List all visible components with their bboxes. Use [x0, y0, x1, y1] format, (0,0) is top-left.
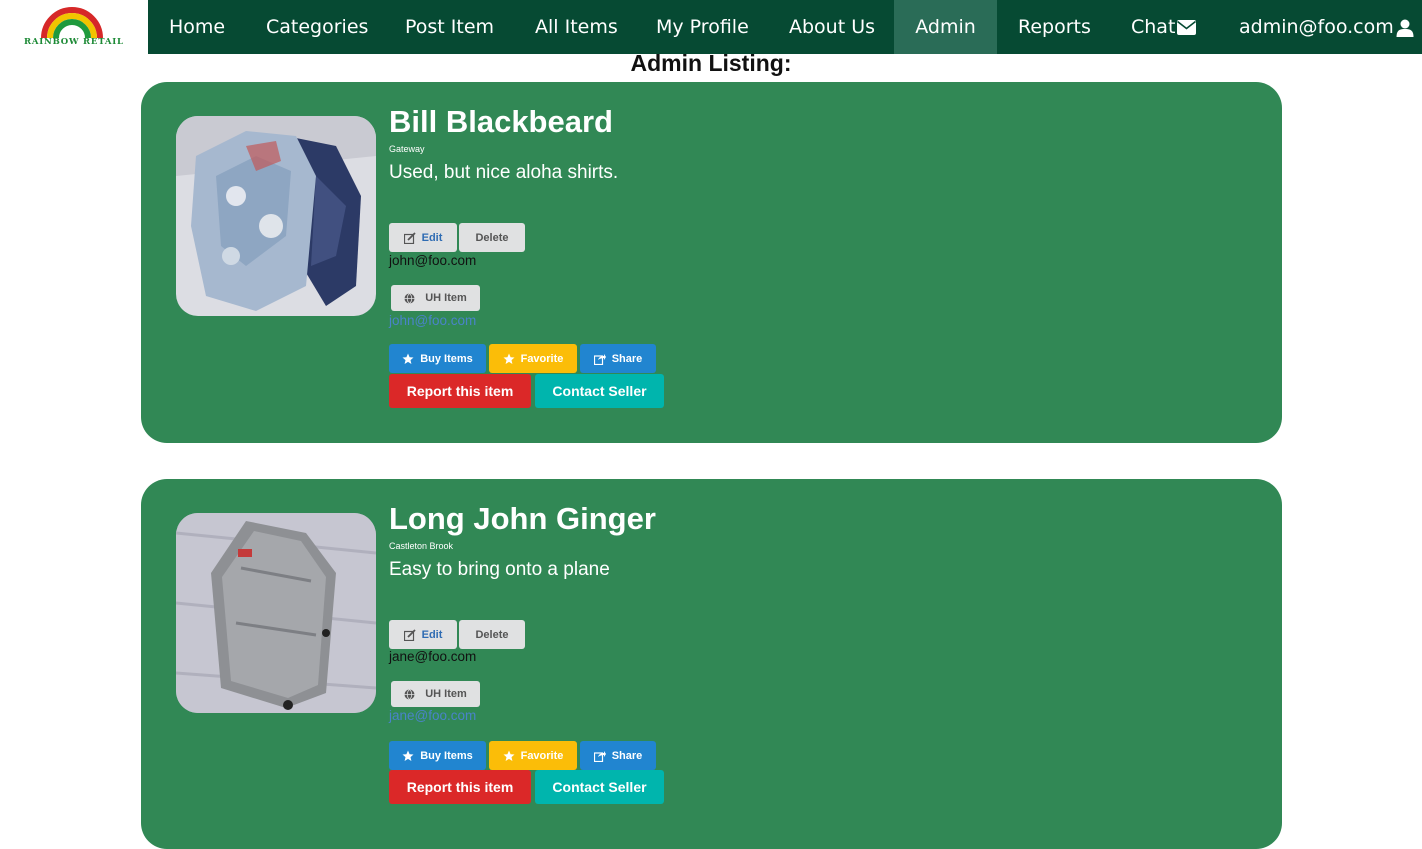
star-icon — [402, 750, 414, 761]
edit-button[interactable]: Edit — [389, 620, 457, 649]
nav-admin-label: Admin — [915, 16, 976, 38]
edit-icon — [403, 628, 416, 641]
star-icon — [503, 750, 515, 761]
nav-chat[interactable]: Chat — [1110, 0, 1217, 54]
user-icon — [1396, 19, 1414, 37]
nav-reports-label: Reports — [1018, 16, 1091, 38]
contact-seller-label: Contact Seller — [552, 383, 647, 399]
nav-categories-label: Categories — [266, 16, 369, 38]
contact-seller-button[interactable]: Contact Seller — [535, 770, 664, 804]
edit-button[interactable]: Edit — [389, 223, 457, 252]
favorite-label: Favorite — [520, 749, 564, 762]
listing-card: Bill Blackbeard Gateway Used, but nice a… — [141, 82, 1282, 443]
listing-location: Castleton Brook — [389, 541, 454, 551]
delete-button[interactable]: Delete — [459, 223, 525, 252]
share-icon — [593, 750, 606, 762]
uh-item-button[interactable]: UH Item — [391, 681, 480, 707]
contact-seller-button[interactable]: Contact Seller — [535, 374, 664, 408]
report-item-button[interactable]: Report this item — [389, 374, 531, 408]
contact-email-link[interactable]: jane@foo.com — [389, 708, 476, 723]
user-email: admin@foo.com — [1239, 16, 1394, 38]
nav-post-item-label: Post Item — [405, 16, 495, 38]
share-button[interactable]: Share — [580, 741, 656, 770]
nav-about-us-label: About Us — [789, 16, 876, 38]
edit-icon — [403, 231, 416, 244]
report-item-label: Report this item — [406, 779, 514, 795]
nav-all-items[interactable]: All Items — [514, 0, 639, 54]
listing-description: Easy to bring onto a plane — [389, 559, 610, 580]
contact-seller-label: Contact Seller — [552, 779, 647, 795]
delete-label: Delete — [475, 231, 509, 244]
share-label: Share — [611, 352, 643, 365]
nav-admin[interactable]: Admin — [894, 0, 997, 54]
logo-text: RAINBOW RETAIL — [24, 37, 124, 47]
uh-item-button[interactable]: UH Item — [391, 285, 480, 311]
nav-reports[interactable]: Reports — [997, 0, 1112, 54]
buy-items-button[interactable]: Buy Items — [389, 741, 486, 770]
nav-all-items-label: All Items — [535, 16, 618, 38]
report-item-button[interactable]: Report this item — [389, 770, 531, 804]
listing-image-suitcase[interactable] — [176, 513, 376, 713]
nav-home-label: Home — [169, 16, 226, 38]
buy-items-label: Buy Items — [420, 352, 473, 365]
nav-my-profile-label: My Profile — [656, 16, 749, 38]
buy-items-button[interactable]: Buy Items — [389, 344, 486, 373]
report-item-label: Report this item — [406, 383, 514, 399]
star-icon — [503, 353, 515, 364]
favorite-button[interactable]: Favorite — [489, 741, 577, 770]
globe-icon — [404, 292, 415, 304]
edit-label: Edit — [421, 628, 443, 641]
listing-description: Used, but nice aloha shirts. — [389, 162, 619, 183]
aloha-shirts-photo-icon — [176, 116, 376, 316]
uh-item-label: UH Item — [425, 688, 467, 700]
share-button[interactable]: Share — [580, 344, 656, 373]
contact-email-link[interactable]: john@foo.com — [389, 313, 476, 328]
silver-suitcase-photo-icon — [176, 513, 376, 713]
delete-button[interactable]: Delete — [459, 620, 525, 649]
favorite-label: Favorite — [520, 352, 564, 365]
uh-item-label: UH Item — [425, 292, 467, 304]
listing-card: Long John Ginger Castleton Brook Easy to… — [141, 479, 1282, 849]
share-label: Share — [611, 749, 643, 762]
nav-categories[interactable]: Categories — [245, 0, 389, 54]
favorite-button[interactable]: Favorite — [489, 344, 577, 373]
page-title: Admin Listing: — [630, 50, 792, 76]
listing-location: Gateway — [389, 144, 425, 154]
rainbow-logo-icon — [41, 7, 103, 38]
owner-email: john@foo.com — [389, 253, 477, 268]
globe-icon — [404, 688, 415, 700]
listing-name: Bill Blackbeard — [389, 104, 613, 139]
listing-name: Long John Ginger — [389, 501, 656, 536]
nav-post-item[interactable]: Post Item — [384, 0, 515, 54]
envelope-icon — [1177, 20, 1197, 35]
buy-items-label: Buy Items — [420, 749, 473, 762]
nav-my-profile[interactable]: My Profile — [635, 0, 770, 54]
delete-label: Delete — [475, 628, 509, 641]
star-icon — [402, 353, 414, 364]
owner-email: jane@foo.com — [389, 649, 477, 664]
nav-home[interactable]: Home — [148, 0, 246, 54]
top-navbar: RAINBOW RETAIL Home Categories Post Item… — [0, 0, 1422, 54]
brand-logo[interactable]: RAINBOW RETAIL — [0, 0, 148, 54]
nav-user-menu[interactable]: admin@foo.com — [1239, 0, 1414, 54]
edit-label: Edit — [421, 231, 443, 244]
listing-image-aloha-shirts[interactable] — [176, 116, 376, 316]
share-icon — [593, 353, 606, 365]
nav-chat-label: Chat — [1131, 16, 1176, 38]
nav-about-us[interactable]: About Us — [768, 0, 896, 54]
